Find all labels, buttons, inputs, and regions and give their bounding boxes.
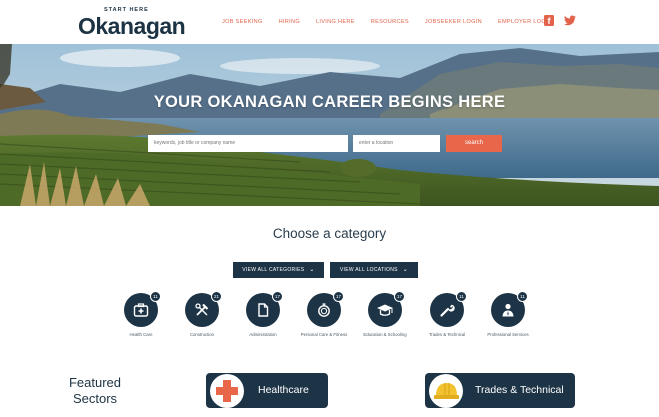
choose-category-heading: Choose a category — [272, 226, 387, 241]
category-count-badge: 17 — [272, 291, 283, 302]
nav-resources[interactable]: RESOURCES — [371, 19, 409, 29]
chevron-down-icon: ⌄ — [309, 267, 315, 273]
category-circle: 11 — [430, 291, 467, 327]
category-count-badge: 11 — [150, 291, 161, 302]
site-header: START HERE Okanagan JOB SEEKING HIRING L… — [0, 0, 659, 44]
logo-wordmark: Okanagan — [78, 13, 186, 39]
category-circle: 11 — [491, 291, 528, 327]
sector-label: Trades & Technical — [475, 384, 564, 396]
featured-sectors-heading: Featured Sectors — [55, 375, 135, 407]
category-administration[interactable]: 17 Administration — [233, 291, 293, 338]
keyword-search-input[interactable] — [148, 135, 348, 152]
search-button[interactable]: search — [446, 135, 502, 152]
view-all-categories-label: VIEW ALL CATEGORIES — [242, 267, 305, 273]
facebook-icon[interactable]: f — [544, 15, 554, 26]
featured-heading-line1: Featured — [68, 375, 122, 390]
category-personal-care-fitness[interactable]: 17 Personal Care & Fitness — [294, 291, 354, 338]
featured-sector-healthcare[interactable]: Healthcare — [206, 373, 328, 408]
category-circle: 17 — [246, 291, 283, 327]
category-label: Health Care — [129, 332, 153, 337]
category-count-badge: 17 — [394, 291, 405, 302]
view-all-locations-button[interactable]: VIEW ALL LOCATIONS ⌄ — [330, 262, 418, 278]
featured-heading-line2: Sectors — [72, 391, 118, 406]
category-label: Construction — [189, 332, 215, 337]
twitter-icon[interactable] — [564, 15, 576, 26]
category-label: Administration — [249, 332, 277, 337]
view-all-locations-label: VIEW ALL LOCATIONS — [339, 267, 398, 273]
wrench-icon — [440, 304, 455, 317]
category-construction[interactable]: 21 Construction — [172, 291, 232, 338]
category-count-badge: 17 — [333, 291, 344, 302]
nav-job-seeking[interactable]: JOB SEEKING — [222, 19, 263, 29]
category-trades-technical[interactable]: 11 Trades & Technical — [417, 291, 477, 338]
nav-jobseeker-login[interactable]: JOBSEEKER LOGIN — [425, 19, 482, 29]
sector-label: Healthcare — [258, 384, 309, 396]
main-nav: JOB SEEKING HIRING LIVING HERE RESOURCES… — [222, 19, 552, 29]
hero-banner: YOUR OKANAGAN CAREER BEGINS HERE search — [0, 44, 659, 206]
category-professional-services[interactable]: 11 Professional Services — [478, 291, 538, 338]
nav-hiring[interactable]: HIRING — [279, 19, 300, 29]
category-education-schooling[interactable]: 17 Education & Schooling — [355, 291, 415, 338]
graduation-cap-icon — [377, 304, 393, 316]
location-search-input[interactable] — [353, 135, 440, 152]
nav-living-here[interactable]: LIVING HERE — [316, 19, 355, 29]
category-health-care[interactable]: 11 Health Care — [111, 291, 171, 338]
tools-icon — [195, 303, 209, 316]
category-count-badge: 11 — [517, 291, 528, 302]
category-circle: 17 — [307, 291, 344, 327]
medical-cross-icon — [210, 373, 244, 408]
category-label: Professional Services — [487, 332, 529, 337]
category-label: Personal Care & Fitness — [300, 332, 348, 337]
site-logo[interactable]: START HERE Okanagan — [78, 7, 186, 41]
document-icon — [258, 303, 269, 317]
category-circle: 17 — [368, 291, 405, 327]
featured-sector-trades-technical[interactable]: Trades & Technical — [425, 373, 575, 408]
category-count-badge: 11 — [456, 291, 467, 302]
chevron-down-icon: ⌄ — [402, 267, 409, 273]
category-label: Trades & Technical — [428, 332, 466, 337]
view-all-categories-button[interactable]: VIEW ALL CATEGORIES ⌄ — [233, 262, 324, 278]
person-icon — [502, 303, 514, 317]
medical-kit-icon — [133, 303, 149, 317]
social-links: f — [544, 15, 576, 26]
stopwatch-icon — [318, 303, 330, 317]
category-count-badge: 21 — [211, 291, 222, 302]
category-circle: 11 — [124, 291, 161, 327]
category-circle: 21 — [185, 291, 222, 327]
hard-hat-icon — [429, 373, 463, 408]
hero-landscape-image — [0, 44, 659, 206]
hero-title: YOUR OKANAGAN CAREER BEGINS HERE — [153, 93, 506, 111]
category-label: Education & Schooling — [363, 332, 407, 337]
